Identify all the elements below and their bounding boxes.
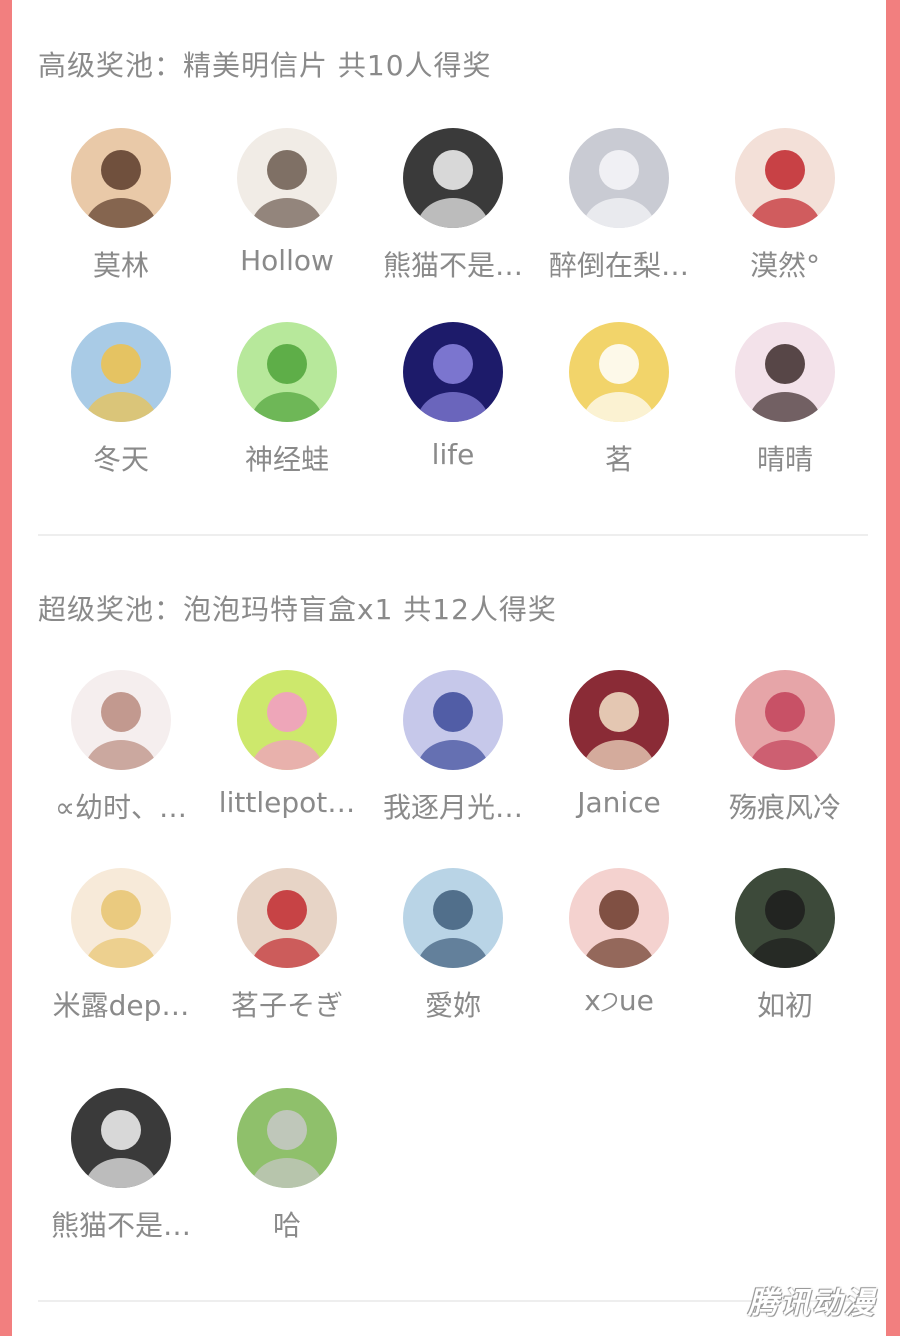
section-divider [38,534,868,536]
winner-item[interactable]: 茗 [536,322,702,502]
winner-name: 我逐月光… [382,791,523,824]
bottom-divider [38,1300,868,1302]
avatar-starry-night[interactable] [403,322,503,422]
winner-item[interactable]: 冬天 [38,322,204,502]
winner-name: ∝幼时、… [54,791,187,824]
avatar-cartoon-pikachu[interactable] [569,322,669,422]
winner-name: 醉倒在梨… [548,249,689,282]
super-pool-title: 超级奖池：泡泡玛特盲盒x1 共12人得奖 [38,593,557,626]
winner-name: 莫林 [92,249,149,282]
watermark-logo: 腾讯动漫 [748,1286,876,1321]
avatar-red-hair-anime[interactable] [735,670,835,770]
premium-pool-title: 高级奖池：精美明信片 共10人得奖 [38,49,492,82]
winner-item[interactable]: Janice [536,670,702,850]
winner-item[interactable]: 愛妳 [370,868,536,1048]
avatar-pink-hair-chibi[interactable] [237,670,337,770]
winner-item[interactable]: 神经蛙 [204,322,370,502]
winners-panel: 高级奖池：精美明信片 共10人得奖 莫林 Hollow 熊猫不是… 醉倒在梨… 漠然° … [12,0,886,1336]
winner-item[interactable]: 哈 [204,1088,370,1268]
winner-name: 殇痕风冷 [728,791,841,824]
avatar-white-hair-character[interactable] [569,128,669,228]
winner-name: Janice [577,786,661,819]
avatar-anime-long-hair[interactable] [71,670,171,770]
avatar-girl-seaside[interactable] [403,670,503,770]
avatar-anime-girl-brown-hair[interactable] [71,128,171,228]
winner-name: 熊猫不是… [50,1209,191,1242]
winner-item[interactable]: 熊猫不是… [38,1088,204,1268]
winner-name: 哈 [272,1209,301,1242]
winner-item[interactable]: ∝幼时、… [38,670,204,850]
avatar-husky-puppies[interactable] [237,1088,337,1188]
winner-item[interactable]: 茗子そぎ [204,868,370,1048]
avatar-green-frog[interactable] [237,322,337,422]
winner-name: 熊猫不是… [382,249,523,282]
winner-name: 如初 [756,989,813,1022]
winner-name: x੭ue [584,984,654,1017]
winner-item[interactable]: Hollow [204,128,370,308]
winner-item[interactable]: 我逐月光… [370,670,536,850]
avatar-red-anime-sketch[interactable] [237,868,337,968]
avatar-blonde-anime-crying[interactable] [71,868,171,968]
avatar-girl-red-dress[interactable] [735,128,835,228]
winner-name: 晴晴 [756,443,813,476]
winner-name: 愛妳 [424,989,481,1022]
winner-item[interactable]: 米露dep… [38,868,204,1048]
winner-item[interactable]: 如初 [702,868,868,1048]
winner-name: life [431,438,475,471]
avatar-man-sunglasses[interactable] [735,868,835,968]
winner-item[interactable]: 殇痕风冷 [702,670,868,850]
winner-item[interactable]: littlepot… [204,670,370,850]
avatar-blue-anime-girl[interactable] [403,868,503,968]
avatar-anime-girl-blonde[interactable] [71,322,171,422]
winner-name: 米露dep… [52,989,190,1022]
winner-item[interactable]: 漠然° [702,128,868,308]
winner-name: Hollow [240,244,334,277]
winner-name: 茗子そぎ [230,989,343,1022]
winner-item[interactable]: x੭ue [536,868,702,1048]
avatar-panda-photo[interactable] [71,1088,171,1188]
winner-name: 茗 [604,443,633,476]
winner-item[interactable]: 熊猫不是… [370,128,536,308]
winner-name: 神经蛙 [244,443,329,476]
avatar-girl-bunny-ears[interactable] [735,322,835,422]
avatar-cartoon-girl-curly[interactable] [569,868,669,968]
winner-name: 冬天 [92,443,149,476]
winner-item[interactable]: life [370,322,536,502]
winner-item[interactable]: 莫林 [38,128,204,308]
winner-item[interactable]: 醉倒在梨… [536,128,702,308]
winner-item[interactable]: 晴晴 [702,322,868,502]
avatar-panda-photo[interactable] [403,128,503,228]
winner-name: 漠然° [749,249,820,282]
avatar-guinea-pig[interactable] [569,670,669,770]
avatar-sketch-boy[interactable] [237,128,337,228]
winner-name: littlepot… [218,786,356,819]
